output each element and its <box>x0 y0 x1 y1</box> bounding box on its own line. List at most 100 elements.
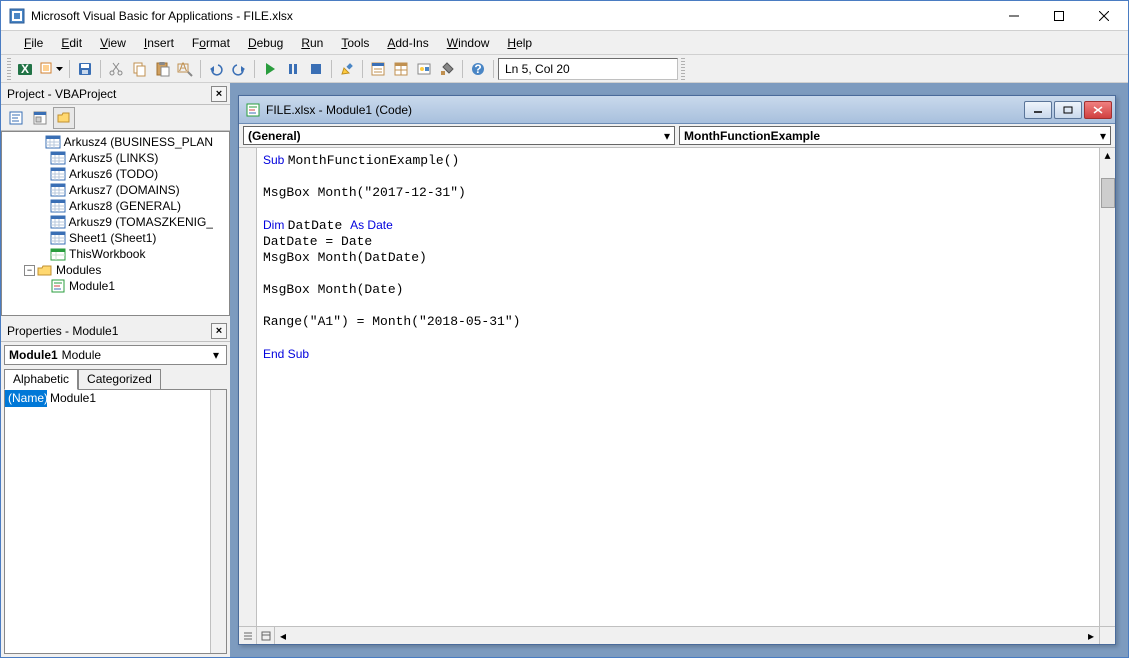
svg-text:A: A <box>179 61 187 74</box>
sheet-icon <box>50 183 66 197</box>
code-object-combo[interactable]: (General)▾ <box>243 126 675 145</box>
project-panel-close[interactable]: × <box>211 86 227 102</box>
svg-text:?: ? <box>474 62 481 76</box>
tree-node[interactable]: Arkusz8 (GENERAL) <box>2 198 213 214</box>
insert-dropdown[interactable] <box>37 58 65 80</box>
maximize-button[interactable] <box>1036 1 1081 30</box>
procedure-view-button[interactable] <box>239 627 257 644</box>
code-margin[interactable] <box>239 148 257 626</box>
tab-alphabetic[interactable]: Alphabetic <box>4 369 78 390</box>
menu-run[interactable]: Run <box>292 34 332 52</box>
menu-help[interactable]: Help <box>498 34 541 52</box>
property-row: (Name) Module1 <box>5 390 226 407</box>
paste-button[interactable] <box>151 58 173 80</box>
view-code-button[interactable] <box>5 107 27 129</box>
toggle-folders-button[interactable] <box>53 107 75 129</box>
code-close-button[interactable] <box>1084 101 1112 119</box>
sheet-icon <box>50 215 66 229</box>
menu-debug[interactable]: Debug <box>239 34 292 52</box>
run-button[interactable] <box>259 58 281 80</box>
toolbar-grip-end[interactable] <box>681 58 685 80</box>
reset-button[interactable] <box>305 58 327 80</box>
copy-button[interactable] <box>128 58 150 80</box>
tree-node[interactable]: Sheet1 (Sheet1) <box>2 230 213 246</box>
code-minimize-button[interactable] <box>1024 101 1052 119</box>
property-value[interactable]: Module1 <box>47 390 226 407</box>
tree-node-label: ThisWorkbook <box>69 247 145 261</box>
find-button[interactable]: A <box>174 58 196 80</box>
full-module-view-button[interactable] <box>257 627 275 644</box>
sheet-icon <box>50 151 66 165</box>
redo-button[interactable] <box>228 58 250 80</box>
properties-panel: Properties - Module1 × Module1 Module ▾ … <box>1 320 230 657</box>
properties-panel-close[interactable]: × <box>211 323 227 339</box>
view-object-button[interactable] <box>29 107 51 129</box>
svg-text:X: X <box>21 62 29 76</box>
properties-panel-title: Properties - Module1 <box>7 324 211 338</box>
tree-node-label: Module1 <box>69 279 115 293</box>
close-button[interactable] <box>1081 1 1126 30</box>
code-vscroll[interactable]: ▴ <box>1099 148 1115 626</box>
tree-node[interactable]: ThisWorkbook <box>2 246 213 262</box>
tree-node[interactable]: Arkusz5 (LINKS) <box>2 150 213 166</box>
module-icon <box>245 102 261 118</box>
tree-node[interactable]: Arkusz7 (DOMAINS) <box>2 182 213 198</box>
tree-node[interactable]: Arkusz6 (TODO) <box>2 166 213 182</box>
code-maximize-button[interactable] <box>1054 101 1082 119</box>
code-hscroll[interactable]: ◂▸ <box>275 627 1099 644</box>
menu-edit[interactable]: Edit <box>52 34 91 52</box>
design-mode-button[interactable] <box>336 58 358 80</box>
cut-button[interactable] <box>105 58 127 80</box>
code-editor[interactable]: Sub MonthFunctionExample() MsgBox Month(… <box>257 148 1099 626</box>
break-button[interactable] <box>282 58 304 80</box>
menu-format[interactable]: Format <box>183 34 239 52</box>
undo-button[interactable] <box>205 58 227 80</box>
project-panel-title: Project - VBAProject <box>7 87 211 101</box>
menu-insert[interactable]: Insert <box>135 34 183 52</box>
menu-window[interactable]: Window <box>438 34 499 52</box>
project-explorer-button[interactable] <box>367 58 389 80</box>
toolbar-grip[interactable] <box>7 58 11 80</box>
tree-node-label: Arkusz5 (LINKS) <box>69 151 158 165</box>
properties-panel-header: Properties - Module1 × <box>1 320 230 342</box>
menu-tools[interactable]: Tools <box>332 34 378 52</box>
view-excel-button[interactable]: X <box>14 58 36 80</box>
properties-vscroll[interactable] <box>210 390 226 653</box>
folder-icon <box>37 263 53 277</box>
tree-twisty-icon[interactable]: − <box>24 265 35 276</box>
tree-node-label: Modules <box>56 263 101 277</box>
code-window-titlebar[interactable]: FILE.xlsx - Module1 (Code) <box>239 96 1115 124</box>
menubar: File Edit View Insert Format Debug Run T… <box>1 31 1128 55</box>
tree-node[interactable]: Arkusz9 (TOMASZKENIG_ <box>2 214 213 230</box>
project-panel-header: Project - VBAProject × <box>1 83 230 105</box>
help-button[interactable]: ? <box>467 58 489 80</box>
menu-file[interactable]: File <box>15 34 52 52</box>
tree-node-label: Arkusz7 (DOMAINS) <box>69 183 180 197</box>
tree-node[interactable]: Module1 <box>2 278 213 294</box>
mdi-area: FILE.xlsx - Module1 (Code) (General)▾ Mo… <box>230 83 1128 657</box>
object-browser-button[interactable] <box>413 58 435 80</box>
tree-node[interactable]: − Modules <box>2 262 213 278</box>
code-window-title: FILE.xlsx - Module1 (Code) <box>266 103 1024 117</box>
property-name[interactable]: (Name) <box>5 390 47 407</box>
save-button[interactable] <box>74 58 96 80</box>
code-window: FILE.xlsx - Module1 (Code) (General)▾ Mo… <box>238 95 1116 645</box>
wb-icon <box>50 247 66 261</box>
properties-object-combo[interactable]: Module1 Module ▾ <box>4 345 227 365</box>
tree-node-label: Arkusz9 (TOMASZKENIG_ <box>69 215 213 229</box>
project-tree[interactable]: Arkusz4 (BUSINESS_PLANArkusz5 (LINKS) Ark… <box>1 131 230 316</box>
menu-view[interactable]: View <box>91 34 135 52</box>
toolbox-button[interactable] <box>436 58 458 80</box>
vba-app-icon <box>9 8 25 24</box>
properties-grid[interactable]: (Name) Module1 <box>4 389 227 654</box>
project-toolbar <box>1 105 230 131</box>
code-procedure-combo[interactable]: MonthFunctionExample▾ <box>679 126 1111 145</box>
tree-node-label: Arkusz6 (TODO) <box>69 167 158 181</box>
menu-addins[interactable]: Add-Ins <box>378 34 437 52</box>
tree-node[interactable]: Arkusz4 (BUSINESS_PLAN <box>2 134 213 150</box>
properties-window-button[interactable] <box>390 58 412 80</box>
cursor-position: Ln 5, Col 20 <box>498 58 678 80</box>
module-icon <box>50 279 66 293</box>
tab-categorized[interactable]: Categorized <box>78 369 161 390</box>
minimize-button[interactable] <box>991 1 1036 30</box>
